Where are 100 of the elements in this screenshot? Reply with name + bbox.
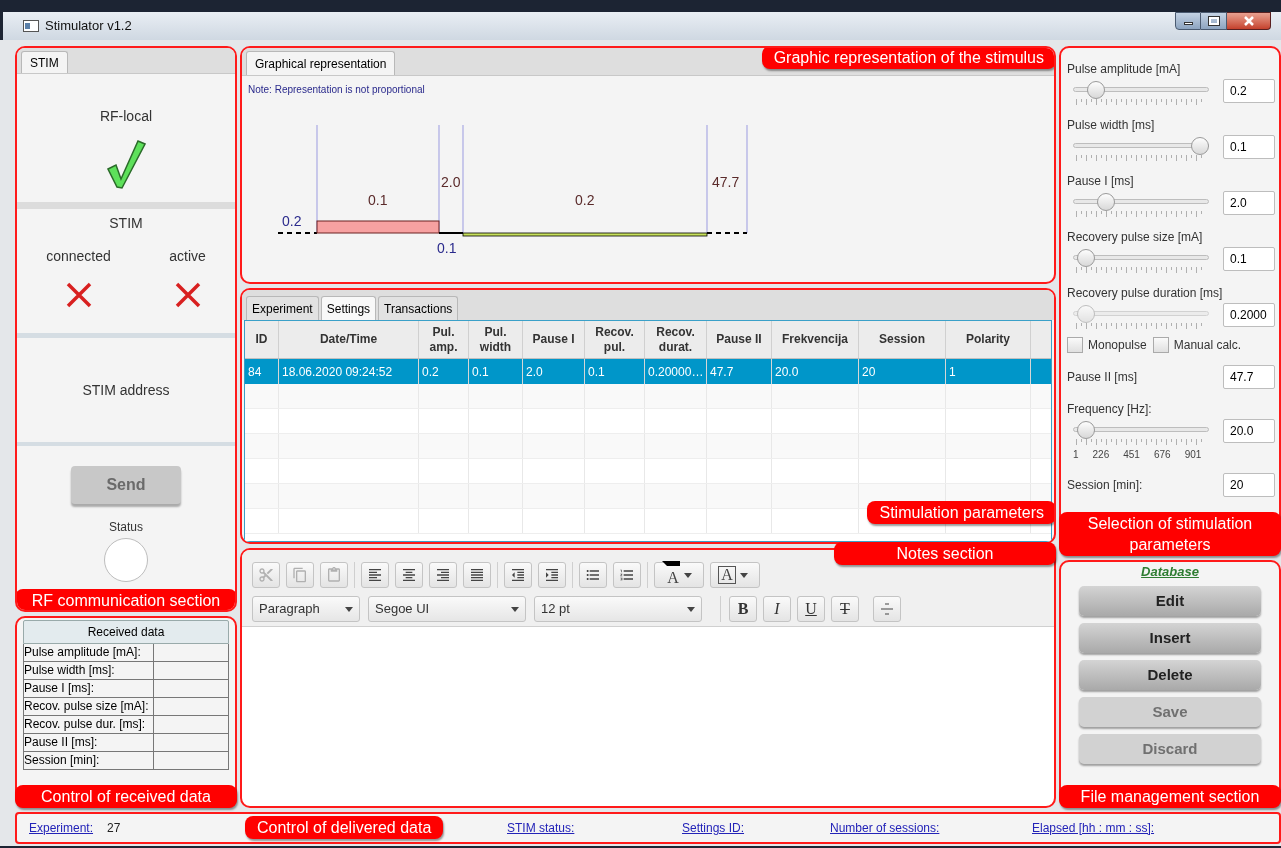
status-link[interactable]: Elapsed [hh : mm : ss]: [1032, 819, 1155, 837]
callout-label: File management section [1059, 785, 1281, 808]
column-header[interactable]: Polarity [946, 321, 1031, 358]
background-color-button[interactable]: A [710, 562, 760, 588]
callout-label: Control of delivered data [245, 816, 444, 839]
slider-thumb[interactable] [1087, 81, 1106, 99]
italic-button[interactable]: I [763, 596, 791, 622]
parameter-label: Recovery pulse duration [ms] [1067, 285, 1224, 302]
tab[interactable]: Graphical representation [246, 51, 396, 75]
tab[interactable]: STIM [21, 51, 68, 73]
value-field[interactable]: 2.0 [1223, 191, 1275, 215]
window-title: Stimulator v1.2 [45, 17, 132, 36]
table-cell: Session [min]: [24, 752, 154, 769]
tab[interactable]: Experiment [246, 296, 319, 320]
parameter-label: Recovery pulse size [mA] [1067, 229, 1204, 246]
bold-button[interactable]: B [729, 596, 757, 622]
column-header[interactable]: Pause II [707, 321, 772, 358]
value-field[interactable]: 20 [1223, 473, 1275, 497]
minimize-button[interactable] [1175, 12, 1201, 30]
status-link[interactable]: Experiment: [29, 819, 94, 837]
align-right-icon [435, 567, 451, 583]
graph-label: 0.2 [282, 213, 302, 229]
table-cell-text: 18.06.2020 09:24:52 [282, 363, 393, 381]
align-left-icon-button[interactable] [361, 562, 389, 588]
checkbox[interactable] [1152, 337, 1169, 353]
slider[interactable] [1073, 249, 1209, 267]
align-justify-icon-button[interactable] [463, 562, 491, 588]
callout-label: Notes section [834, 542, 1056, 565]
indent-icon-button[interactable] [538, 562, 566, 588]
column-header[interactable]: Frekvencija [772, 321, 859, 358]
callout-label: Stimulation parameters [867, 501, 1054, 524]
bulleted-list-icon [585, 567, 601, 583]
horizontal-rule-icon [881, 603, 893, 615]
database-button[interactable]: Edit [1079, 586, 1261, 616]
indent-icon [544, 567, 560, 583]
parameter-label: Pause I [ms] [1067, 173, 1135, 190]
status-link[interactable]: Number of sessions: [830, 819, 940, 837]
column-header[interactable]: Recov. pul. [585, 321, 645, 358]
column-header[interactable]: Pul. width [469, 321, 523, 358]
callout-label: RF communication section [17, 589, 235, 610]
outdent-icon [510, 567, 526, 583]
maximize-button[interactable] [1201, 12, 1227, 30]
slider-thumb[interactable] [1076, 249, 1095, 267]
close-button[interactable] [1227, 12, 1271, 30]
column-header[interactable]: Date/Time [279, 321, 419, 358]
text-color-button[interactable]: A [654, 562, 704, 588]
underline-button[interactable]: U [797, 596, 825, 622]
table-cell-text: 84 [248, 363, 262, 381]
horizontal-rule-button[interactable] [873, 596, 901, 622]
table-cell-text: 0.1 [588, 363, 605, 381]
caret-icon [683, 572, 692, 578]
tab[interactable]: Transactions [378, 296, 459, 320]
column-header[interactable]: Pul. amp. [419, 321, 469, 358]
numbered-list-icon-button[interactable] [613, 562, 641, 588]
tick-label: 676 [1153, 448, 1171, 462]
slider[interactable] [1073, 81, 1209, 99]
numbered-list-icon [619, 567, 635, 583]
indicator-label: active [169, 247, 206, 266]
table-cell-text: 2.0 [526, 363, 543, 381]
dropdown-select[interactable]: 12 pt [534, 596, 702, 622]
slider[interactable] [1073, 137, 1209, 155]
dropdown-select[interactable]: Paragraph [252, 596, 360, 622]
callout-label: Control of received data [15, 785, 237, 808]
value-field[interactable]: 20.0 [1223, 419, 1275, 443]
status-light [104, 538, 148, 582]
status-link[interactable]: STIM status: [507, 819, 575, 837]
tab[interactable]: Settings [320, 296, 377, 320]
column-header[interactable]: ID [245, 321, 279, 358]
dropdown-select[interactable]: Segoe UI [368, 596, 526, 622]
copy-icon [292, 567, 308, 583]
slider[interactable] [1073, 421, 1209, 439]
checkbox[interactable] [1067, 337, 1083, 353]
value-field[interactable]: 47.7 [1223, 365, 1275, 389]
strike-button[interactable]: T [831, 596, 859, 622]
graph-label: 0.1 [437, 240, 457, 256]
database-button[interactable]: Delete [1079, 660, 1261, 690]
parameter-label: Pulse amplitude [mA] [1067, 61, 1182, 78]
status-link[interactable]: Settings ID: [682, 819, 745, 837]
graph-label: 47.7 [712, 174, 740, 190]
mode-label: RF-local [99, 107, 153, 126]
bulleted-list-icon-button[interactable] [579, 562, 607, 588]
slider-thumb[interactable] [1096, 193, 1115, 211]
caret-icon [739, 572, 748, 578]
align-right-icon-button[interactable] [429, 562, 457, 588]
slider[interactable] [1073, 193, 1209, 211]
table-cell: Recov. pulse dur. [ms]: [24, 716, 154, 733]
database-button[interactable]: Insert [1079, 623, 1261, 653]
value-field[interactable]: 0.1 [1223, 247, 1275, 271]
align-center-icon-button[interactable] [395, 562, 423, 588]
outdent-icon-button[interactable] [504, 562, 532, 588]
slider-thumb[interactable] [1076, 421, 1095, 439]
align-center-icon [401, 567, 417, 583]
slider-thumb[interactable] [1191, 137, 1209, 155]
section-heading: STIM [109, 214, 143, 233]
column-header[interactable]: Recov. durat. [645, 321, 707, 358]
caret-icon [687, 606, 695, 612]
column-header[interactable]: Pause I [523, 321, 585, 358]
value-field[interactable]: 0.1 [1223, 135, 1275, 159]
value-field[interactable]: 0.2 [1223, 79, 1275, 103]
column-header[interactable]: Session [859, 321, 946, 358]
